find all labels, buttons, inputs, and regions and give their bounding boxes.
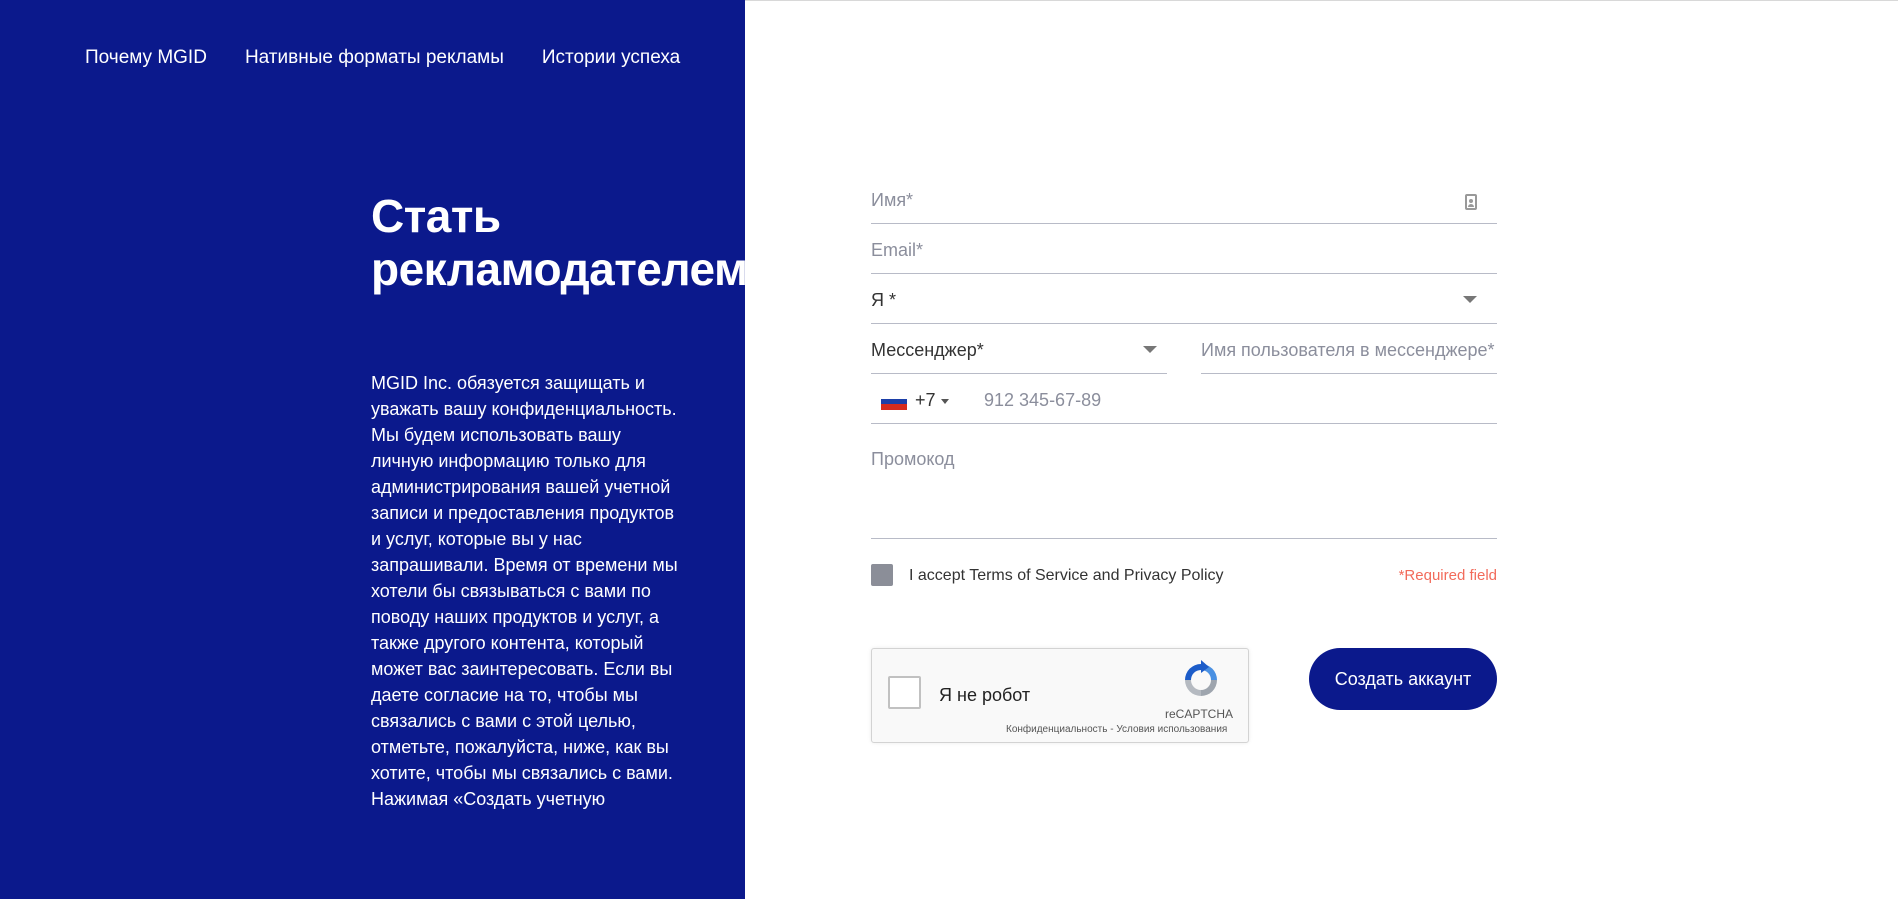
- terms-row: I accept Terms of Service and Privacy Po…: [871, 564, 1497, 588]
- privacy-notice: MGID Inc. обязуется защищать и уважать в…: [371, 373, 678, 809]
- messenger-select-label: Мессенджер*: [871, 340, 984, 360]
- russia-flag-icon[interactable]: [881, 393, 907, 410]
- recaptcha-privacy-link[interactable]: Конфиденциальность: [1006, 724, 1107, 735]
- role-select-label: Я *: [871, 290, 897, 310]
- left-panel: Почему MGID Нативные форматы рекламы Ист…: [0, 0, 745, 899]
- recaptcha-link-separator: -: [1107, 724, 1117, 735]
- messenger-select[interactable]: Мессенджер*: [871, 324, 1167, 374]
- email-field-wrapper: [871, 224, 1497, 274]
- phone-input[interactable]: [984, 390, 1485, 411]
- contact-card-icon: [1465, 194, 1477, 210]
- terms-checkbox[interactable]: [871, 564, 893, 586]
- nav-item-success-stories[interactable]: Истории успеха: [542, 47, 680, 69]
- terms-label[interactable]: I accept Terms of Service and Privacy Po…: [909, 567, 1224, 585]
- page-title-line-2: рекламодателем: [371, 243, 745, 295]
- promo-field-wrapper: [871, 425, 1497, 539]
- page-title: Стать рекламодателем: [371, 190, 745, 296]
- promo-code-input[interactable]: [871, 449, 1497, 519]
- recaptcha-widget: Я не робот reCAPTCHA Конфиденциальность …: [871, 648, 1249, 743]
- messenger-username-input[interactable]: [1201, 340, 1497, 361]
- chevron-down-icon: [1143, 346, 1157, 353]
- recaptcha-label: Я не робот: [939, 685, 1031, 705]
- chevron-down-icon: [1463, 296, 1477, 303]
- top-nav: Почему MGID Нативные форматы рекламы Ист…: [85, 47, 680, 69]
- name-field-wrapper: [871, 174, 1497, 224]
- create-account-button[interactable]: Создать аккаунт: [1309, 648, 1497, 710]
- messenger-username-wrapper: [1201, 324, 1497, 374]
- name-input[interactable]: [871, 190, 1435, 211]
- recaptcha-brand: reCAPTCHA: [1165, 707, 1234, 721]
- recaptcha-terms-link[interactable]: Условия использования: [1116, 724, 1227, 735]
- recaptcha-links: Конфиденциальность - Условия использован…: [1006, 724, 1227, 735]
- recaptcha-checkbox[interactable]: [888, 676, 921, 709]
- required-field-note: *Required field: [1398, 567, 1497, 584]
- recaptcha-logo-icon: [1185, 660, 1217, 696]
- phone-country-code[interactable]: +7: [915, 390, 936, 411]
- role-select[interactable]: Я *: [871, 274, 1497, 324]
- page-title-line-1: Стать: [371, 190, 501, 242]
- email-input[interactable]: [871, 240, 1435, 261]
- flag-stripe-red: [881, 404, 907, 410]
- nav-item-why-mgid[interactable]: Почему MGID: [85, 47, 207, 69]
- top-divider: [745, 0, 1898, 1]
- nav-item-native-formats[interactable]: Нативные форматы рекламы: [245, 47, 504, 69]
- phone-field-wrapper: +7: [871, 374, 1497, 424]
- caret-down-icon[interactable]: [941, 399, 949, 404]
